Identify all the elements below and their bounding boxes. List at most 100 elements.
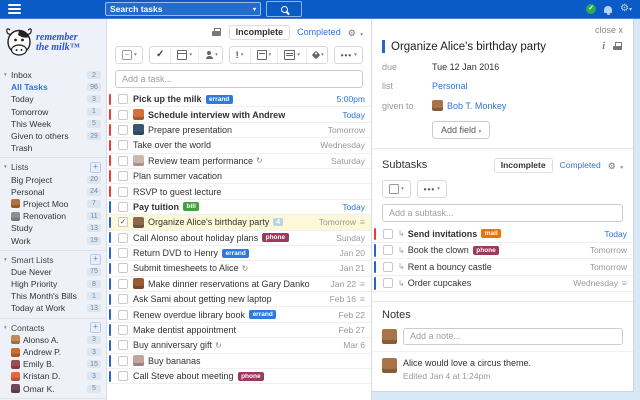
subtask-more-button[interactable]: •••▾ <box>418 181 446 197</box>
task-row[interactable]: Plan summer vacation <box>107 169 371 184</box>
sidebar-item-kristan-d[interactable]: Kristan D.3 <box>0 370 106 382</box>
sidebar-item-today[interactable]: Today3 <box>0 93 106 105</box>
task-checkbox[interactable] <box>118 171 128 181</box>
sidebar-item-omar-k[interactable]: Omar K.5 <box>0 383 106 395</box>
tag-pill[interactable]: errand <box>249 310 276 319</box>
sidebar-section-header-lists[interactable]: ▾Lists+ <box>0 161 106 173</box>
menu-icon[interactable] <box>8 2 21 16</box>
task-row[interactable]: Make dinner reservations at Gary DankoJa… <box>107 277 371 292</box>
priority-button[interactable]: !▾ <box>230 47 250 63</box>
search-button[interactable] <box>266 1 302 17</box>
task-checkbox[interactable] <box>118 140 128 150</box>
field-value-text[interactable]: Bob T. Monkey <box>447 101 506 111</box>
sidebar-item-big-project[interactable]: Big Project20 <box>0 174 106 186</box>
subtasks-settings-gear[interactable]: ⚙ ▾ <box>608 156 623 174</box>
sidebar-item-this-week[interactable]: This Week5 <box>0 118 106 130</box>
task-checkbox[interactable]: ✓ <box>118 217 128 227</box>
sidebar-item-alonso-a[interactable]: Alonso A.3 <box>0 334 106 346</box>
close-panel-button[interactable]: close x <box>595 25 623 35</box>
tag-pill[interactable]: errand <box>206 95 233 104</box>
add-subtask-input[interactable]: Add a subtask... <box>382 204 623 222</box>
task-row[interactable]: Review team performance↻Saturday <box>107 154 371 169</box>
sidebar-item-inbox[interactable]: ▾Inbox2 <box>0 69 106 81</box>
task-row[interactable]: Schedule interview with AndrewToday <box>107 107 371 122</box>
sidebar-item-given-to-others[interactable]: Given to others29 <box>0 130 106 142</box>
due-date-button[interactable]: ▾ <box>170 47 198 63</box>
sidebar-item-trash[interactable]: Trash <box>0 142 106 154</box>
tag-button[interactable]: ▾ <box>306 47 328 63</box>
postpone-button[interactable]: ▾ <box>250 47 278 63</box>
tag-pill[interactable]: phone <box>238 372 265 381</box>
assign-contact-button[interactable]: ▾ <box>198 47 222 63</box>
sidebar-section-header-contacts[interactable]: ▾Contacts+ <box>0 322 106 334</box>
sync-status-icon[interactable]: ✓ <box>586 4 596 14</box>
task-row[interactable]: Buy bananas <box>107 354 371 369</box>
task-checkbox[interactable] <box>118 356 128 366</box>
add-note-input[interactable]: Add a note... <box>403 328 623 345</box>
task-row[interactable]: ✓Organize Alice's birthday party4Tomorro… <box>107 215 371 230</box>
tab-completed[interactable]: Completed <box>297 27 341 37</box>
task-checkbox[interactable] <box>383 278 393 288</box>
chevron-down-icon[interactable]: ▾ <box>4 72 11 78</box>
task-row[interactable]: Pay tuitionbillToday <box>107 200 371 215</box>
task-checkbox[interactable] <box>118 233 128 243</box>
sidebar-item-today-at-work[interactable]: Today at Work13 <box>0 302 106 314</box>
task-checkbox[interactable] <box>383 262 393 272</box>
app-logo[interactable]: rememberthe milk™ <box>0 19 106 67</box>
task-checkbox[interactable] <box>118 187 128 197</box>
search-input[interactable]: Search tasks ▾ <box>105 2 261 16</box>
complete-task-button[interactable]: ✓ <box>150 47 170 63</box>
add-smart-lists-button[interactable]: + <box>90 254 101 265</box>
add-lists-button[interactable]: + <box>90 162 101 173</box>
sidebar-section-header-smart-lists[interactable]: ▾Smart Lists+ <box>0 254 106 266</box>
sidebar-item-this-month-s-bills[interactable]: This Month's Bills1 <box>0 290 106 302</box>
task-checkbox[interactable] <box>118 110 128 120</box>
task-row[interactable]: Submit timesheets to Alice↻Jan 21 <box>107 261 371 276</box>
task-row[interactable]: Return DVD to HenryerrandJan 20 <box>107 246 371 261</box>
list-settings-gear[interactable]: ⚙ ▾ <box>348 23 363 41</box>
task-row[interactable]: Call Steve about meetingphone <box>107 369 371 384</box>
task-checkbox[interactable] <box>383 245 393 255</box>
print-task-icon[interactable] <box>613 42 623 51</box>
task-row[interactable]: Call Alonso about holiday plansphoneSund… <box>107 231 371 246</box>
add-field-button[interactable]: Add field ▾ <box>432 121 490 139</box>
task-row[interactable]: RSVP to guest lecture <box>107 184 371 199</box>
sidebar-item-renovation[interactable]: Renovation11 <box>0 210 106 222</box>
task-row[interactable]: Pick up the milkerrand5:00pm <box>107 92 371 107</box>
note-item[interactable]: Alice would love a circus theme. Edited … <box>372 351 633 383</box>
chevron-down-icon[interactable]: ▾ <box>253 6 256 13</box>
task-checkbox[interactable] <box>383 229 393 239</box>
tag-pill[interactable]: phone <box>262 233 289 242</box>
info-icon[interactable]: i <box>602 41 605 52</box>
subtask-row[interactable]: ↳Book the clownphoneTomorrow <box>372 243 633 260</box>
task-checkbox[interactable] <box>118 310 128 320</box>
add-contacts-button[interactable]: + <box>90 322 101 333</box>
tag-pill[interactable]: phone <box>473 246 500 255</box>
sidebar-item-project-moo[interactable]: Project Moo7 <box>0 198 106 210</box>
task-row[interactable]: Renew overdue library bookerrandFeb 22 <box>107 307 371 322</box>
print-icon[interactable] <box>212 28 222 37</box>
sidebar-item-personal[interactable]: Personal24 <box>0 186 106 198</box>
settings-gear-icon[interactable]: ⚙▾ <box>620 4 632 15</box>
task-row[interactable]: Buy anniversary gift↻Mar 6 <box>107 338 371 353</box>
task-row[interactable]: Prepare presentationTomorrow <box>107 123 371 138</box>
more-actions-button[interactable]: •••▾ <box>335 47 363 63</box>
select-subtasks-button[interactable]: ▾ <box>383 181 410 197</box>
tag-pill[interactable]: mail <box>481 229 501 238</box>
task-checkbox[interactable] <box>118 340 128 350</box>
task-checkbox[interactable] <box>118 156 128 166</box>
field-value[interactable]: Personal <box>432 81 468 91</box>
task-checkbox[interactable] <box>118 125 128 135</box>
task-checkbox[interactable] <box>118 94 128 104</box>
subtask-row[interactable]: ↳Order cupcakesWednesday≡ <box>372 276 633 293</box>
task-checkbox[interactable] <box>118 371 128 381</box>
sidebar-item-andrew-p[interactable]: Andrew P.3 <box>0 346 106 358</box>
sidebar-item-tomorrow[interactable]: Tomorrow1 <box>0 106 106 118</box>
sidebar-item-all-tasks[interactable]: All Tasks96 <box>0 81 106 93</box>
select-tasks-button[interactable]: –▾ <box>116 47 143 63</box>
notifications-bell-icon[interactable] <box>604 6 612 13</box>
move-to-list-button[interactable]: ▾ <box>277 47 306 63</box>
subtasks-tab-incomplete[interactable]: Incomplete <box>494 158 553 173</box>
task-checkbox[interactable] <box>118 202 128 212</box>
task-checkbox[interactable] <box>118 248 128 258</box>
